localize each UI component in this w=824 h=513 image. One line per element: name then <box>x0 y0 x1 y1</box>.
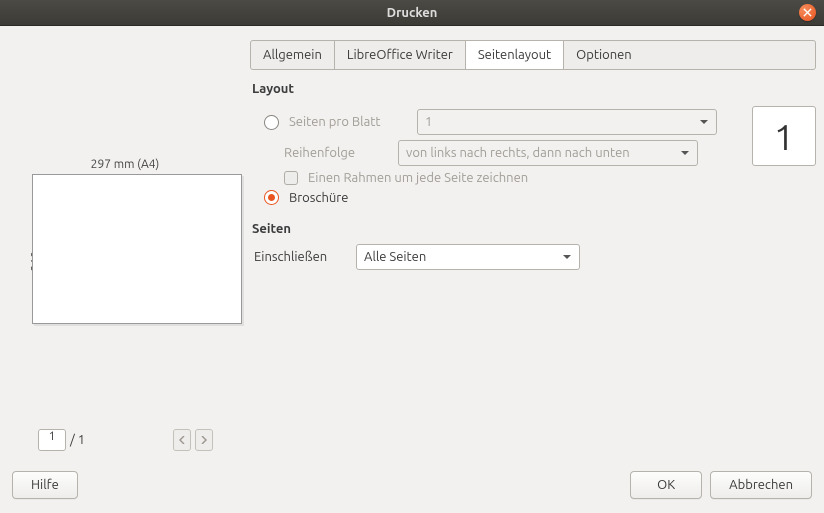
chevron-left-icon <box>179 436 185 444</box>
help-button[interactable]: Hilfe <box>12 471 78 499</box>
brochure-label: Broschüre <box>289 191 348 205</box>
cancel-button[interactable]: Abbrechen <box>710 471 812 499</box>
tab-bar: Allgemein LibreOffice Writer Seitenlayou… <box>250 40 816 70</box>
preview-pane: 297 mm (A4) 210 mm <box>8 40 242 429</box>
pager-next-button[interactable] <box>195 429 213 451</box>
tab-seitenlayout[interactable]: Seitenlayout <box>466 41 564 69</box>
tab-optionen[interactable]: Optionen <box>564 41 644 69</box>
ok-button[interactable]: OK <box>630 471 702 499</box>
preview-width-label: 297 mm (A4) <box>8 158 242 171</box>
close-button[interactable] <box>799 4 816 21</box>
chevron-right-icon <box>201 436 207 444</box>
pager-total: / 1 <box>70 433 85 447</box>
pages-per-sheet-select[interactable]: 1 <box>417 109 717 135</box>
dialog-button-bar: Hilfe OK Abbrechen <box>0 467 824 513</box>
order-label: Reihenfolge <box>284 146 388 160</box>
dialog-content: 297 mm (A4) 210 mm Allgemein LibreOffice… <box>0 26 824 467</box>
preview-page <box>32 174 242 324</box>
order-select[interactable]: von links nach rechts, dann nach unten <box>398 140 698 166</box>
pages-per-sheet-label: Seiten pro Blatt <box>289 115 407 129</box>
frame-label: Einen Rahmen um jede Seite zeichnen <box>308 171 528 185</box>
include-label: Einschließen <box>254 250 346 264</box>
close-icon <box>803 8 812 17</box>
radio-brochure[interactable] <box>264 190 279 205</box>
window-title: Drucken <box>387 6 438 20</box>
include-select[interactable]: Alle Seiten <box>356 244 580 270</box>
frame-checkbox[interactable] <box>284 171 298 185</box>
tab-allgemein[interactable]: Allgemein <box>251 41 335 69</box>
pages-heading: Seiten <box>252 222 816 236</box>
radio-pages-per-sheet[interactable] <box>264 115 279 130</box>
titlebar: Drucken <box>0 0 824 26</box>
preview-pager: 1 / 1 <box>38 429 816 451</box>
pager-current-input[interactable]: 1 <box>38 429 66 451</box>
pager-prev-button[interactable] <box>173 429 191 451</box>
layout-heading: Layout <box>252 82 816 96</box>
layout-preview-box: 1 <box>752 106 816 166</box>
tab-libreoffice-writer[interactable]: LibreOffice Writer <box>335 41 466 69</box>
